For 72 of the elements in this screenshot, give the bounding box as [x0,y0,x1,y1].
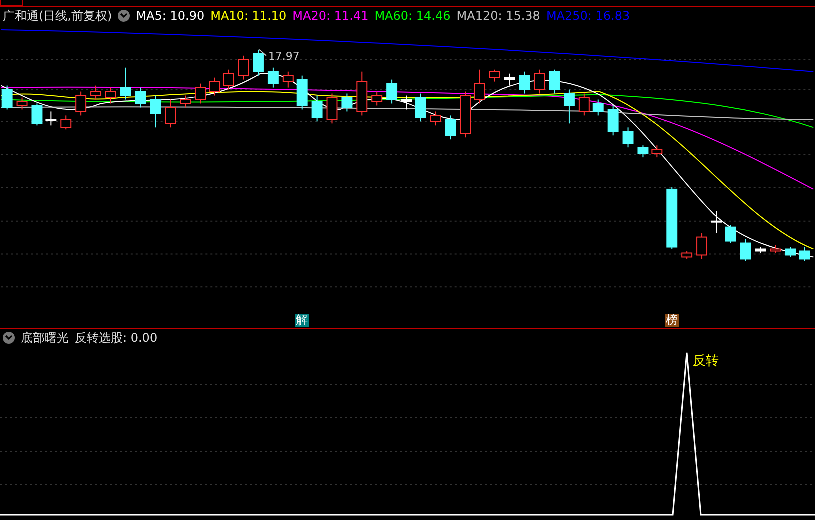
candlestick [592,99,604,116]
candlestick [725,224,736,244]
candlestick [682,250,693,260]
candlestick [296,75,308,110]
candlestick [460,91,472,138]
indicator-reading: 反转选股: 0.00 [75,330,158,346]
candlestick [445,115,456,140]
dropdown-icon[interactable] [118,10,130,22]
candlestick [696,232,708,260]
candlestick [120,67,132,100]
candlestick [608,105,619,136]
candlestick [578,93,590,116]
candlestick [638,145,649,158]
candlestick [60,115,72,130]
candlestick [356,71,368,116]
dropdown-icon[interactable] [3,332,15,344]
event-marker[interactable]: 榜 [665,314,679,327]
tab-stub[interactable] [0,0,23,6]
candlestick [312,95,323,122]
candlestick [253,49,264,76]
candlestick [195,83,206,104]
candlestick [150,95,162,128]
candlestick [180,95,192,108]
chart-title: 广和通(日线,前复权) [3,8,112,24]
candlestick [76,91,87,116]
candlestick [652,145,663,158]
moving-average-reading: MA10: 11.10 [210,9,287,23]
moving-average-reading: MA60: 14.46 [374,9,451,23]
candlestick [519,71,530,94]
candlestick [534,69,546,94]
candlestick [740,238,752,262]
candlestick [268,67,279,88]
candlestick [489,69,500,82]
candlestick [238,55,250,80]
candlestick [430,111,442,126]
candlestick [135,87,146,108]
candlestick [785,246,796,258]
candlestick [90,85,102,100]
candlestick [223,69,234,90]
moving-average-reading: MA5: 10.90 [136,9,205,23]
candlestick [549,69,560,94]
candlestick [282,71,294,88]
high-price-label: 17.97 [268,50,300,63]
candlestick [622,127,634,148]
signal-label: 反转 [693,354,719,369]
candlestick [342,93,353,112]
candlestick [666,186,678,250]
candlestick [326,93,338,124]
candlestick [372,91,383,106]
indicator-title: 底部曙光 [21,330,69,346]
moving-average-reading: MA250: 16.83 [546,9,630,23]
candlestick [712,210,722,234]
candlestick [564,89,575,124]
leader-line [259,49,267,56]
candlestick [504,73,516,86]
moving-average-reading: MA20: 11.41 [292,9,369,23]
candlestick [165,99,176,128]
candlestick [474,69,486,104]
candlestick [32,103,43,126]
event-marker[interactable]: 解 [295,314,309,327]
candlestick [209,77,220,96]
candlestick [415,93,426,122]
candlestick [770,244,782,254]
moving-average-reading: MA120: 15.38 [456,9,540,23]
candlestick [106,87,116,104]
candlestick [799,246,810,262]
candlestick [402,95,412,110]
candlestick [386,79,398,104]
candlestick [16,97,28,110]
candlestick [2,85,13,110]
candlestick [755,246,766,254]
candlestick [46,111,57,126]
